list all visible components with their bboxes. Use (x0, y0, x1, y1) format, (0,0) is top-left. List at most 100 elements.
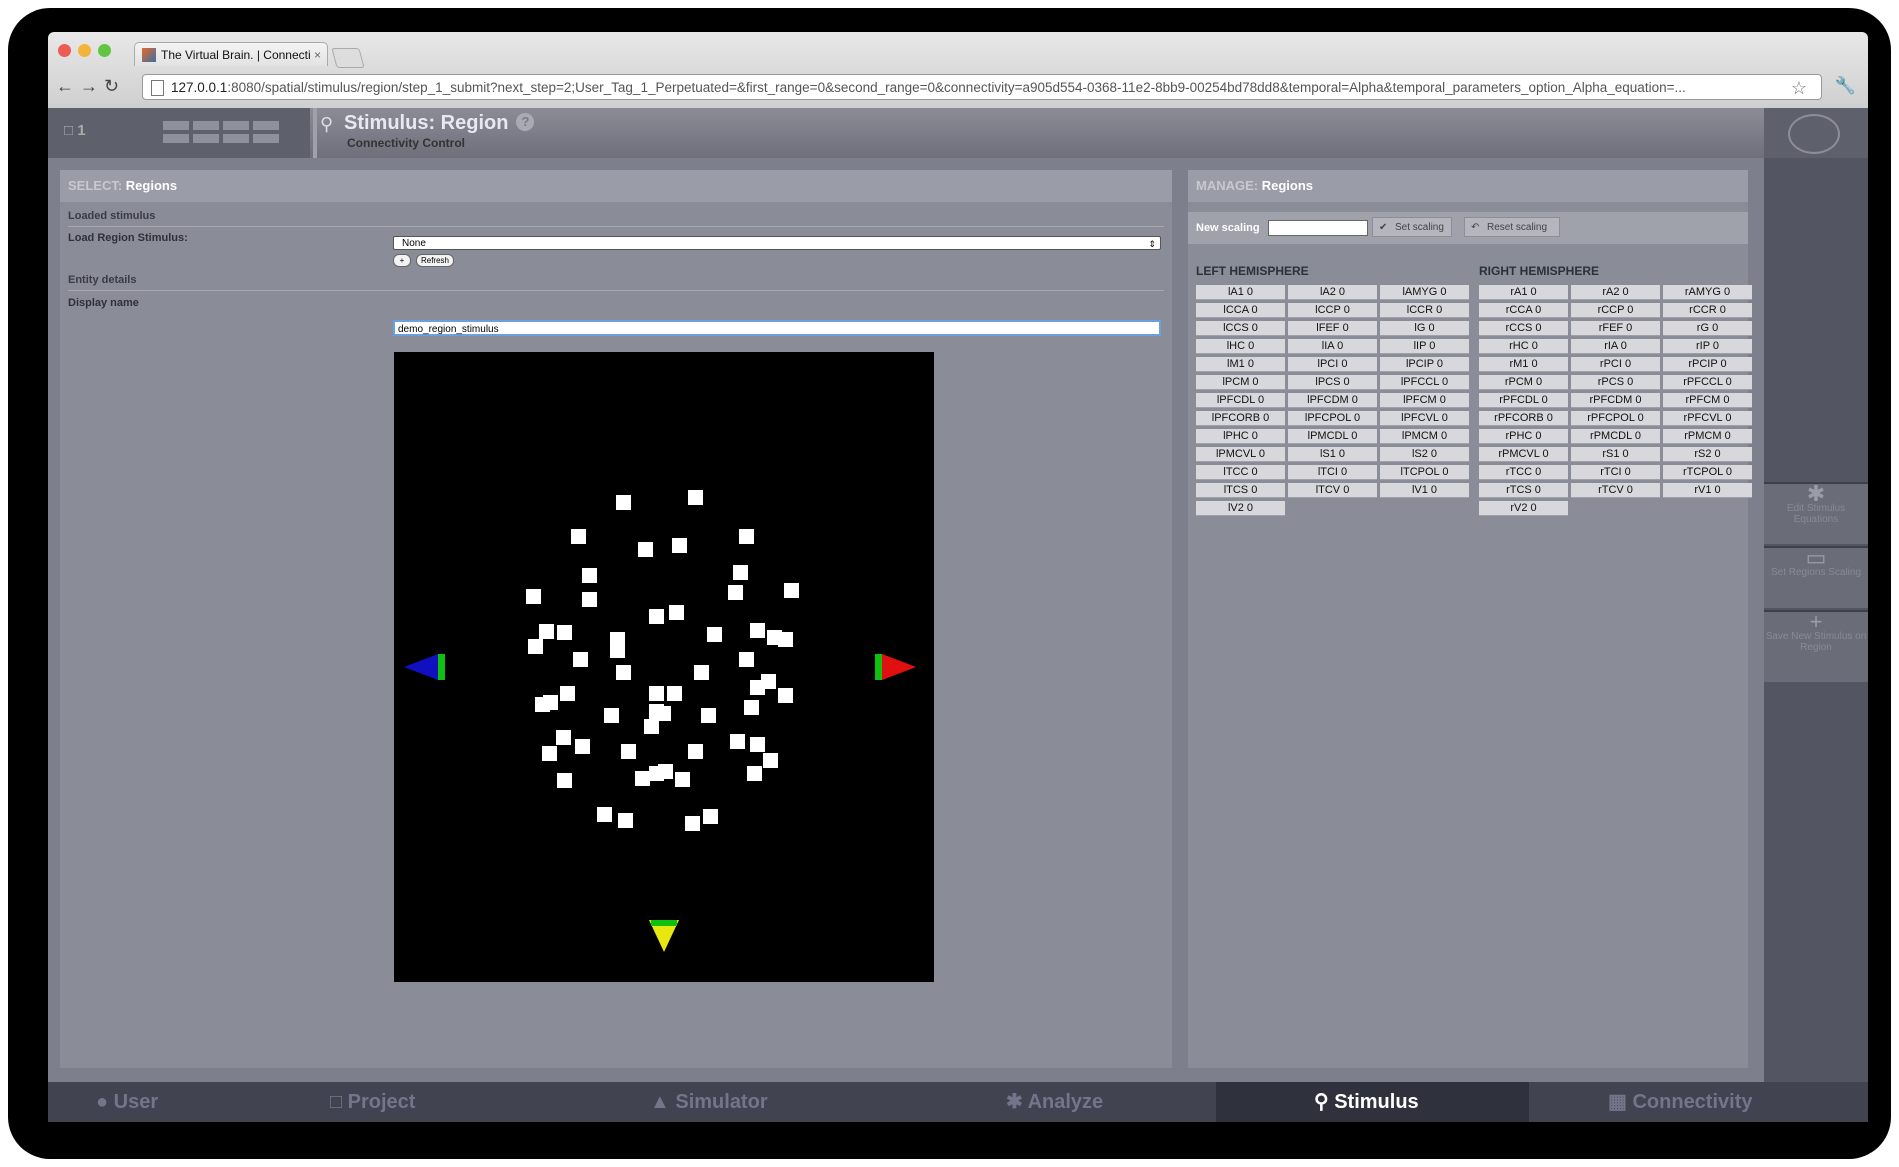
help-icon[interactable]: ? (516, 113, 535, 131)
zoom-window-button[interactable] (98, 44, 111, 57)
region-cell[interactable]: lV2 0 (1196, 501, 1285, 516)
region-node[interactable] (634, 770, 650, 786)
region-cell[interactable]: lM1 0 (1196, 357, 1285, 372)
region-cell[interactable]: lPCM 0 (1196, 375, 1285, 390)
project-indicator[interactable]: □ 1 (48, 108, 310, 158)
region-node[interactable] (778, 687, 793, 703)
region-node[interactable] (778, 631, 793, 647)
region-cell[interactable]: lAMYG 0 (1380, 285, 1469, 300)
minimize-window-button[interactable] (78, 44, 91, 57)
region-cell[interactable]: lG 0 (1380, 321, 1469, 336)
region-cell[interactable]: rV2 0 (1479, 501, 1568, 516)
region-node[interactable] (582, 591, 597, 607)
back-arrow-icon[interactable]: ← (56, 76, 74, 97)
new-scaling-input[interactable] (1268, 220, 1368, 236)
region-node[interactable] (750, 622, 765, 638)
region-node[interactable] (746, 766, 762, 782)
region-node[interactable] (744, 700, 760, 716)
region-cell[interactable]: lTCS 0 (1196, 483, 1285, 498)
region-node[interactable] (596, 806, 612, 822)
region-cell[interactable]: rG 0 (1663, 321, 1752, 336)
menu-bars-icon[interactable] (163, 121, 279, 143)
region-cell[interactable]: lPMCM 0 (1380, 429, 1469, 444)
region-cell[interactable]: rS2 0 (1663, 447, 1752, 462)
close-window-button[interactable] (58, 44, 71, 57)
browser-tab[interactable]: The Virtual Brain. | Connecti × (134, 42, 328, 66)
region-cell[interactable]: lCCS 0 (1196, 321, 1285, 336)
region-cell[interactable]: rCCP 0 (1571, 303, 1660, 318)
region-cell[interactable]: rHC 0 (1479, 339, 1568, 354)
region-cell[interactable]: lPFCCL 0 (1380, 375, 1469, 390)
region-cell[interactable]: rS1 0 (1571, 447, 1660, 462)
region-cell[interactable]: lPFCDM 0 (1288, 393, 1377, 408)
region-cell[interactable]: rPMCM 0 (1663, 429, 1752, 444)
region-node[interactable] (688, 489, 704, 505)
region-node[interactable] (610, 643, 625, 659)
region-cell[interactable]: lPCS 0 (1288, 375, 1377, 390)
region-cell[interactable]: rPHC 0 (1479, 429, 1568, 444)
region-node[interactable] (539, 624, 555, 639)
region-cell[interactable]: rPFCPOL 0 (1571, 411, 1660, 426)
region-cell[interactable]: lA1 0 (1196, 285, 1285, 300)
region-cell[interactable]: lFEF 0 (1288, 321, 1377, 336)
region-cell[interactable]: lPFCDL 0 (1196, 393, 1285, 408)
region-node[interactable] (541, 746, 557, 762)
region-node[interactable] (559, 685, 575, 701)
region-node[interactable] (669, 604, 685, 620)
nav-project[interactable]: □ Project (330, 1082, 415, 1122)
region-cell[interactable]: rPCIP 0 (1663, 357, 1752, 372)
region-cell[interactable]: rCCA 0 (1479, 303, 1568, 318)
region-cell[interactable]: lPFCVL 0 (1380, 411, 1469, 426)
region-cell[interactable]: lHC 0 (1196, 339, 1285, 354)
region-node[interactable] (707, 627, 723, 643)
load-stimulus-select[interactable]: None ⇕ (393, 236, 1161, 250)
region-cell[interactable]: lCCP 0 (1288, 303, 1377, 318)
region-node[interactable] (528, 638, 544, 654)
display-name-input[interactable]: demo_region_stimulus (393, 320, 1161, 336)
region-node[interactable] (649, 685, 665, 701)
region-node[interactable] (604, 708, 620, 723)
region-cell[interactable]: lPFCPOL 0 (1288, 411, 1377, 426)
region-cell[interactable]: lPMCVL 0 (1196, 447, 1285, 462)
region-node[interactable] (667, 685, 683, 701)
region-cell[interactable]: lCCR 0 (1380, 303, 1469, 318)
region-node[interactable] (694, 665, 709, 681)
region-cell[interactable]: lCCA 0 (1196, 303, 1285, 318)
brain-region-canvas[interactable] (394, 352, 934, 982)
region-node[interactable] (658, 764, 674, 779)
region-cell[interactable]: rTCPOL 0 (1663, 465, 1752, 480)
region-node[interactable] (783, 582, 799, 598)
nav-simulator[interactable]: ▲ Simulator (650, 1082, 768, 1122)
nav-connectivity[interactable]: ▦ Connectivity (1608, 1082, 1753, 1122)
region-cell[interactable]: rTCV 0 (1571, 483, 1660, 498)
set-scaling-button[interactable]: ✔ Set scaling (1372, 217, 1452, 237)
region-node[interactable] (685, 815, 701, 831)
region-cell[interactable]: rPFCM 0 (1663, 393, 1752, 408)
region-cell[interactable]: rPCS 0 (1571, 375, 1660, 390)
region-cell[interactable]: lIP 0 (1380, 339, 1469, 354)
region-cell[interactable]: rV1 0 (1663, 483, 1752, 498)
region-cell[interactable]: rFEF 0 (1571, 321, 1660, 336)
region-node[interactable] (702, 808, 718, 824)
region-cell[interactable]: lPMCDL 0 (1288, 429, 1377, 444)
region-cell[interactable]: rPFCORB 0 (1479, 411, 1568, 426)
region-node[interactable] (733, 564, 749, 580)
region-node[interactable] (750, 737, 765, 753)
region-node[interactable] (738, 528, 754, 544)
region-node[interactable] (688, 743, 704, 759)
region-cell[interactable]: rCCS 0 (1479, 321, 1568, 336)
region-cell[interactable]: lS1 0 (1288, 447, 1377, 462)
region-node[interactable] (727, 584, 743, 600)
reload-icon[interactable]: ↻ (104, 76, 119, 97)
region-node[interactable] (615, 495, 631, 511)
region-cell[interactable]: rAMYG 0 (1663, 285, 1752, 300)
save-stimulus-button[interactable]: + Save New Stimulus on Region (1764, 610, 1868, 682)
region-cell[interactable]: lPCI 0 (1288, 357, 1377, 372)
region-cell[interactable]: lS2 0 (1380, 447, 1469, 462)
add-stimulus-button[interactable]: + (393, 254, 411, 267)
reset-scaling-button[interactable]: ↶ Reset scaling (1464, 217, 1560, 237)
refresh-button[interactable]: Refresh (416, 254, 454, 267)
region-node[interactable] (617, 813, 633, 829)
region-node[interactable] (738, 652, 754, 667)
region-node[interactable] (582, 568, 597, 583)
